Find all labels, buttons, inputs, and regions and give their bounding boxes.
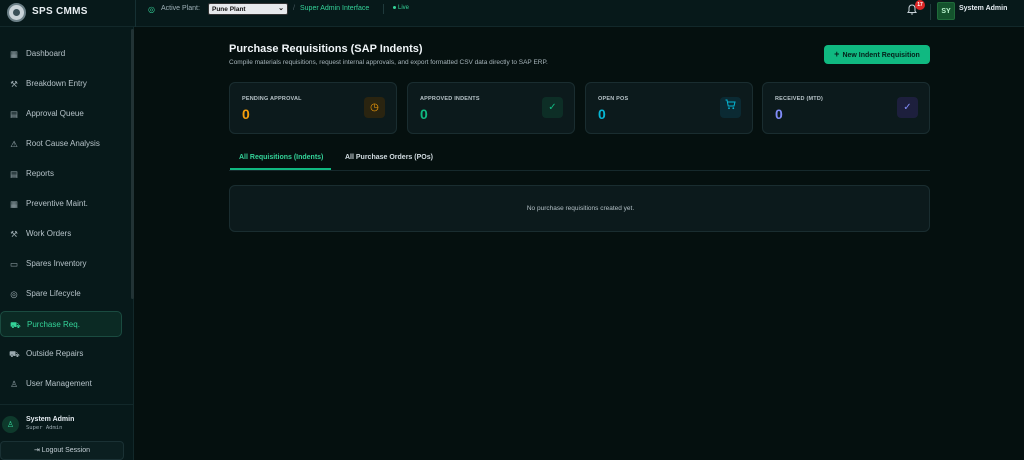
sidebar-item-spare-lifecycle[interactable]: ◎ Spare Lifecycle — [0, 281, 122, 307]
active-tab-indicator — [230, 168, 331, 170]
sidebar-item-label: Breakdown Entry — [26, 79, 87, 88]
app-name: SPS CMMS — [32, 6, 88, 17]
stat-card-pending-approval: PENDING APPROVAL 0 ◷ — [229, 82, 397, 134]
plus-icon: + — [834, 49, 840, 59]
clock-icon: ◷ — [364, 97, 385, 118]
stat-value: 0 — [775, 106, 783, 122]
empty-state-message: No purchase requisitions created yet. — [526, 205, 635, 212]
sidebar-user-role: Super Admin — [26, 425, 63, 431]
requisitions-panel: No purchase requisitions created yet. — [229, 185, 930, 232]
user-icon: ♙ — [10, 379, 18, 389]
stat-value: 0 — [242, 106, 250, 122]
sidebar-item-approval-queue[interactable]: ▤ Approval Queue — [0, 101, 122, 127]
new-indent-button[interactable]: + New Indent Requisition — [824, 45, 930, 64]
warning-icon: ⚠ — [10, 139, 18, 149]
user-icon: ♙ — [2, 416, 19, 433]
plant-select-value: Pune Plant — [212, 6, 246, 13]
document-icon: ▤ — [9, 109, 19, 119]
user-name[interactable]: System Admin — [959, 5, 1007, 12]
sidebar-item-label: Spare Lifecycle — [26, 289, 81, 298]
page-subtitle: Compile materials requisitions, request … — [229, 59, 548, 66]
notification-badge: 17 — [915, 0, 925, 10]
stat-label: RECEIVED (MTD) — [775, 96, 824, 102]
sidebar-user-name: System Admin — [26, 416, 75, 423]
sidebar-item-label: Preventive Maint. — [26, 199, 88, 208]
topbar-divider — [383, 4, 384, 14]
stat-value: 0 — [598, 106, 606, 122]
live-label: Live — [398, 5, 410, 11]
sidebar-item-purchase-req[interactable]: ⛟ Purchase Req. — [0, 311, 122, 337]
calendar-icon: ▦ — [9, 199, 19, 209]
sidebar-item-reports[interactable]: ▤ Reports — [0, 161, 122, 187]
sidebar-item-label: Spares Inventory — [26, 259, 87, 268]
stat-label: OPEN POS — [598, 96, 629, 102]
stat-label: APPROVED INDENTS — [420, 96, 480, 102]
sidebar-item-label: Dashboard — [26, 49, 66, 58]
tabs-divider — [229, 170, 930, 171]
compass-icon: ◎ — [10, 289, 18, 299]
topbar-divider — [135, 0, 136, 27]
database-icon: ▭ — [9, 259, 19, 269]
top-bar: SPS CMMS ◎ Active Plant: Pune Plant ⌄ / … — [0, 0, 1024, 27]
sidebar: ▦ Dashboard ⚒ Breakdown Entry ▤ Approval… — [0, 27, 134, 460]
report-icon: ▤ — [9, 169, 19, 179]
sidebar-item-spares-inventory[interactable]: ▭ Spares Inventory — [0, 251, 122, 277]
logout-label: Logout Session — [41, 447, 91, 454]
page-title: Purchase Requisitions (SAP Indents) — [229, 43, 423, 55]
tab-all-purchase-orders[interactable]: All Purchase Orders (POs) — [345, 154, 433, 161]
stat-card-open-pos: OPEN POS 0 — [585, 82, 753, 134]
stat-value: 0 — [420, 106, 428, 122]
sidebar-item-label: Approval Queue — [26, 109, 84, 118]
cart-icon: ⛟ — [10, 320, 21, 330]
sidebar-item-dashboard[interactable]: ▦ Dashboard — [0, 41, 122, 67]
sidebar-item-label: Root Cause Analysis — [26, 139, 100, 148]
new-indent-label: New Indent Requisition — [842, 52, 920, 59]
sidebar-item-outside-repairs[interactable]: ⛟ Outside Repairs — [0, 341, 122, 367]
location-icon: ◎ — [148, 5, 155, 14]
sidebar-item-label: User Management — [26, 379, 92, 388]
sidebar-item-label: Reports — [26, 169, 55, 178]
sidebar-item-label: Work Orders — [26, 229, 72, 238]
topbar-divider — [930, 4, 931, 20]
sidebar-item-label: Outside Repairs — [26, 349, 84, 358]
sidebar-item-breakdown-entry[interactable]: ⚒ Breakdown Entry — [0, 71, 122, 97]
sidebar-item-user-management[interactable]: ♙ User Management — [0, 371, 122, 397]
live-dot-icon — [393, 5, 396, 9]
breadcrumb-separator: / — [293, 5, 295, 12]
stat-card-approved-indents: APPROVED INDENTS 0 ✓ — [407, 82, 575, 134]
logout-button[interactable]: ⇥ Logout Session — [0, 441, 124, 460]
active-plant-label: Active Plant: — [161, 5, 200, 12]
chevron-down-icon: ⌄ — [278, 5, 284, 12]
sidebar-item-label: Purchase Req. — [27, 320, 80, 329]
cart-icon — [720, 97, 741, 118]
sidebar-item-preventive-maint[interactable]: ▦ Preventive Maint. — [0, 191, 122, 217]
wrench-icon: ⚒ — [10, 229, 18, 239]
sidebar-item-work-orders[interactable]: ⚒ Work Orders — [0, 221, 122, 247]
sidebar-footer-divider — [0, 404, 134, 405]
live-indicator: Live — [393, 5, 409, 11]
stat-label: PENDING APPROVAL — [242, 96, 302, 102]
check-circle-icon: ✓ — [542, 97, 563, 118]
wrench-icon: ⚒ — [10, 79, 18, 89]
truck-icon: ⛟ — [9, 349, 20, 359]
stat-card-received-mtd: RECEIVED (MTD) 0 ✓ — [762, 82, 930, 134]
check-circle-icon: ✓ — [897, 97, 918, 118]
logout-icon: ⇥ — [33, 447, 42, 454]
sidebar-scrollbar[interactable] — [131, 29, 134, 299]
tab-all-requisitions[interactable]: All Requisitions (Indents) — [239, 154, 323, 161]
interface-label: Super Admin Interface — [300, 5, 370, 12]
plant-select[interactable]: Pune Plant ⌄ — [208, 3, 288, 15]
sidebar-item-root-cause-analysis[interactable]: ⚠ Root Cause Analysis — [0, 131, 122, 157]
brand-logo — [7, 3, 26, 22]
avatar[interactable]: SY — [937, 2, 955, 20]
grid-icon: ▦ — [9, 49, 19, 59]
